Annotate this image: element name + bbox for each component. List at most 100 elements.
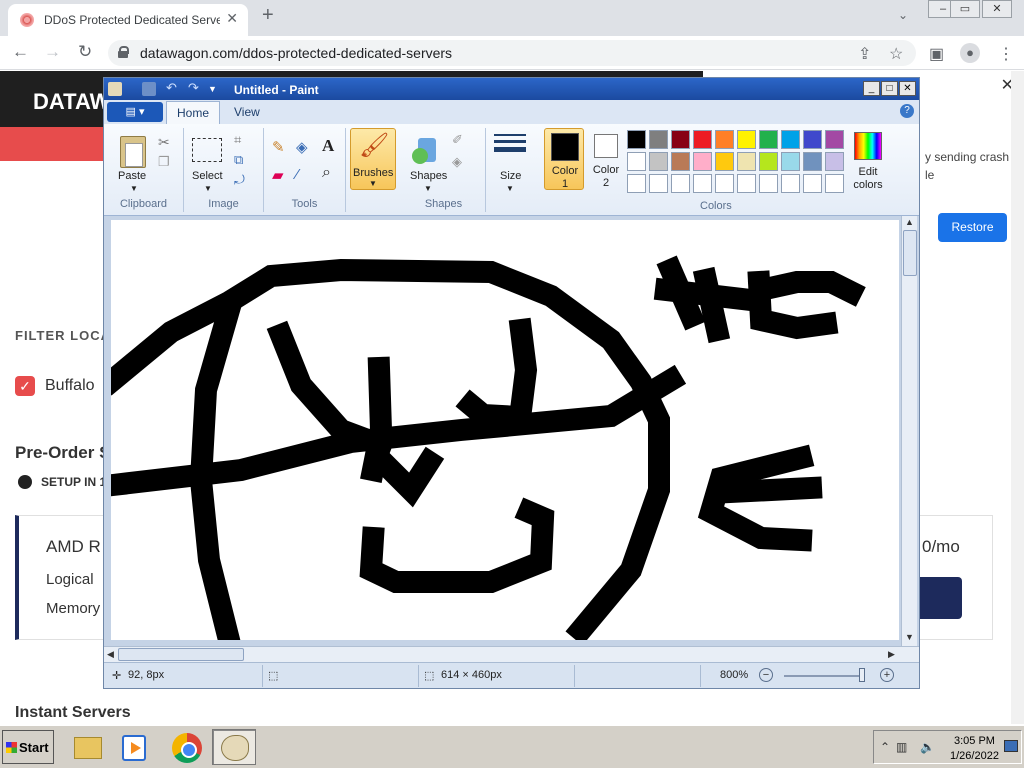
tab-search-chevron-icon[interactable]: ⌄ (898, 8, 908, 22)
menu-kebab-icon[interactable]: ⋮ (998, 44, 1014, 64)
palette-swatch[interactable] (627, 152, 646, 171)
fill-icon[interactable]: ◈ (296, 138, 308, 156)
horizontal-scroll-thumb[interactable] (118, 648, 244, 661)
zoom-in-button[interactable]: + (880, 668, 894, 682)
paste-icon[interactable] (120, 136, 146, 168)
back-arrow-icon[interactable]: ← (12, 42, 29, 62)
palette-swatch[interactable] (781, 152, 800, 171)
taskbar-chrome[interactable] (164, 729, 208, 765)
taskbar-paint[interactable] (212, 729, 256, 765)
palette-swatch[interactable] (693, 152, 712, 171)
scroll-left-arrow-icon[interactable]: ◀ (107, 649, 114, 660)
paint-menu-button[interactable]: ▤ ▾ (107, 102, 163, 122)
palette-swatch[interactable] (649, 174, 668, 193)
edit-colors-icon[interactable] (854, 132, 882, 160)
order-button[interactable] (917, 577, 962, 619)
palette-swatch[interactable] (825, 130, 844, 149)
zoom-out-button[interactable]: − (759, 668, 773, 682)
rotate-icon[interactable]: ⤾ (234, 172, 245, 188)
scroll-up-arrow-icon[interactable]: ▲ (905, 217, 914, 227)
zoom-slider[interactable] (784, 675, 864, 677)
palette-swatch[interactable] (803, 174, 822, 193)
select-icon[interactable] (192, 138, 222, 162)
forward-arrow-icon[interactable]: → (44, 42, 61, 62)
pencil-icon[interactable]: ✎ (272, 138, 285, 156)
eraser-icon[interactable]: ▰ (272, 166, 284, 184)
reload-icon[interactable]: ↻ (78, 42, 92, 62)
taskbar-media-player[interactable] (112, 729, 156, 765)
clock-time[interactable]: 3:05 PM (954, 735, 995, 747)
palette-swatch[interactable] (649, 130, 668, 149)
drawing-canvas[interactable] (111, 220, 899, 640)
copy-icon[interactable]: ❐ (158, 154, 170, 170)
tab-close-icon[interactable]: ✕ (226, 10, 238, 27)
select-button[interactable]: Select (192, 170, 223, 182)
color2-button[interactable]: Color 2 (586, 128, 626, 190)
scroll-down-arrow-icon[interactable]: ▼ (905, 632, 914, 642)
cut-icon[interactable]: ✂ (158, 134, 170, 151)
palette-swatch[interactable] (803, 152, 822, 171)
browser-tab[interactable]: DDoS Protected Dedicated Servers | ✕ (8, 4, 248, 36)
palette-swatch[interactable] (671, 174, 690, 193)
page-scrollbar[interactable] (1011, 71, 1024, 724)
palette-swatch[interactable] (693, 130, 712, 149)
address-bar[interactable]: datawagon.com/ddos-protected-dedicated-s… (108, 40, 916, 66)
shape-fill-icon[interactable]: ◈ (452, 154, 462, 170)
palette-swatch[interactable] (737, 130, 756, 149)
palette-swatch[interactable] (737, 174, 756, 193)
canvas-horizontal-scrollbar[interactable]: ◀ ▶ (104, 646, 919, 662)
palette-swatch[interactable] (671, 152, 690, 171)
color1-button[interactable]: Color 1 (544, 128, 584, 190)
zoom-slider-thumb[interactable] (859, 668, 865, 682)
profile-avatar-icon[interactable]: ● (960, 43, 980, 63)
paste-chevron-icon[interactable]: ▼ (130, 184, 138, 193)
outline-icon[interactable]: ✐ (452, 132, 463, 148)
brushes-button[interactable]: 🖌 Brushes ▼ (350, 128, 396, 190)
show-desktop-icon[interactable] (1004, 740, 1018, 752)
undo-icon[interactable]: ↶ (166, 81, 180, 96)
vertical-scroll-thumb[interactable] (903, 230, 917, 276)
palette-swatch[interactable] (781, 174, 800, 193)
share-icon[interactable]: ⇪ (858, 44, 871, 64)
new-tab-button[interactable]: + (262, 4, 274, 27)
size-group[interactable]: Size ▼ (486, 128, 536, 212)
restore-button[interactable]: Restore (938, 213, 1007, 242)
scroll-right-arrow-icon[interactable]: ▶ (888, 649, 895, 660)
paint-maximize-button[interactable]: □ (881, 81, 898, 96)
canvas-vertical-scrollbar[interactable]: ▲ ▼ (901, 216, 917, 646)
paint-title-bar[interactable]: ↶ ↷ ▼ Untitled - Paint _ □ ✕ (104, 78, 919, 100)
text-icon[interactable]: A (322, 136, 334, 156)
palette-swatch[interactable] (759, 152, 778, 171)
location-checkbox[interactable]: ✓ (15, 376, 35, 396)
palette-swatch[interactable] (715, 130, 734, 149)
bookmark-star-icon[interactable]: ☆ (889, 44, 903, 64)
paint-minimize-button[interactable]: _ (863, 81, 880, 96)
paint-close-button[interactable]: ✕ (899, 81, 916, 96)
clock-date[interactable]: 1/26/2022 (950, 750, 999, 762)
palette-swatch[interactable] (825, 152, 844, 171)
taskbar-explorer[interactable] (64, 729, 108, 765)
palette-swatch[interactable] (671, 130, 690, 149)
crop-icon[interactable]: ⌗ (234, 132, 241, 148)
start-button[interactable]: Start (2, 730, 54, 764)
color-picker-icon[interactable]: ⁄ (296, 166, 299, 183)
paste-button[interactable]: Paste (118, 170, 146, 182)
volume-icon[interactable]: 🔈 (920, 740, 935, 754)
tray-expand-icon[interactable]: ⌃ (880, 740, 890, 754)
tab-view[interactable]: View (234, 105, 260, 119)
palette-swatch[interactable] (627, 174, 646, 193)
customize-qat-chevron-icon[interactable]: ▼ (208, 82, 222, 96)
palette-swatch[interactable] (737, 152, 756, 171)
select-chevron-icon[interactable]: ▼ (204, 184, 212, 193)
network-icon[interactable]: ▥ (896, 740, 907, 754)
help-icon[interactable]: ? (900, 104, 914, 118)
palette-swatch[interactable] (649, 152, 668, 171)
palette-swatch[interactable] (759, 174, 778, 193)
side-panel-icon[interactable]: ▣ (929, 44, 944, 64)
magnifier-icon[interactable]: ⌕ (322, 164, 331, 182)
paint-app-icon[interactable] (108, 82, 122, 96)
palette-swatch[interactable] (781, 130, 800, 149)
shapes-chevron-icon[interactable]: ▼ (424, 184, 432, 193)
palette-swatch[interactable] (803, 130, 822, 149)
save-icon[interactable] (142, 82, 156, 96)
